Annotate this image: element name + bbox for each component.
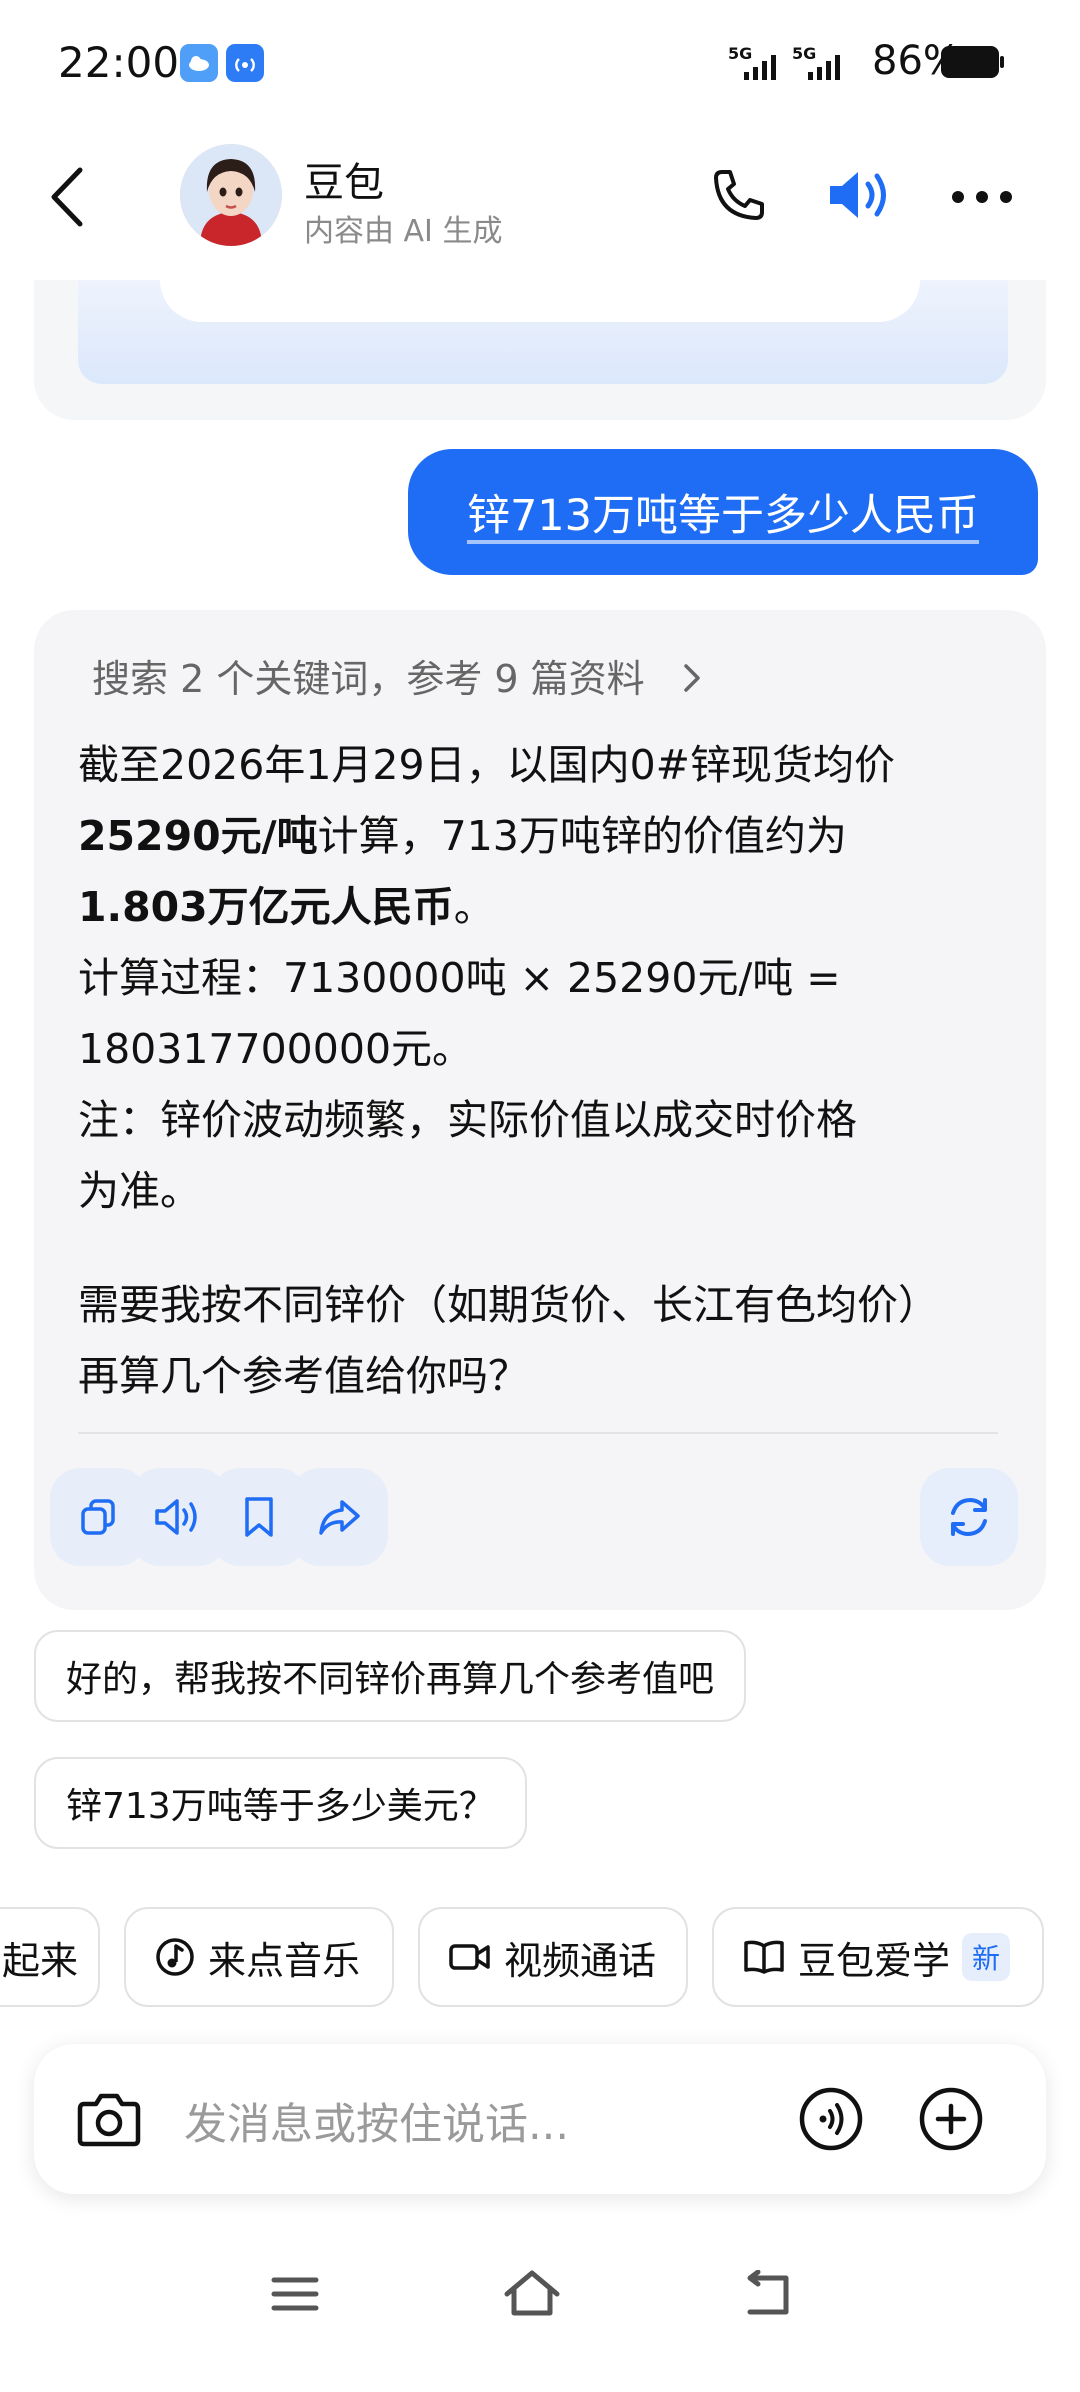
new-badge: 新 [962,1933,1011,1981]
user-message-text: 锌713万吨等于多少人民币 [466,491,980,541]
music-note-icon [156,1938,194,1976]
more-options-icon[interactable] [950,188,1014,206]
answer-line-1: 截至2026年1月29日，以国内0#锌现货均价 [78,741,896,789]
bookmark-icon [245,1497,273,1537]
phone-call-icon[interactable] [708,166,768,226]
back-arrow-icon[interactable] [44,162,90,232]
quick-chip-music[interactable]: 来点音乐 [124,1907,394,2007]
previous-card-shape [160,280,920,322]
system-nav-bar [0,2230,1080,2392]
quick-chip-partial[interactable]: 起来 [0,1907,100,2007]
voice-input-icon[interactable] [798,2086,864,2152]
quick-chip-doubao-learn[interactable]: 豆包爱学 新 [712,1907,1044,2007]
menu-icon[interactable] [270,2274,320,2314]
total-value-bold: 1.803万亿元人民币 [78,883,454,931]
message-input-bar: 发消息或按住说话... [34,2044,1046,2194]
hotspot-icon [226,44,264,82]
speaker-outline-icon [155,1499,197,1535]
add-plus-icon[interactable] [918,2086,984,2152]
suggestion-chip[interactable]: 好的，帮我按不同锌价再算几个参考值吧 [34,1630,747,1722]
chat-title: 豆包 [304,160,384,206]
status-time: 22:00 [58,38,180,87]
followup-question: 需要我按不同锌价（如期货价、长江有色均价） 再算几个参考值给你吗？ [78,1281,939,1400]
answer-line-5: 180317700000元。 [78,1025,474,1073]
quick-chip-video-call[interactable]: 视频通话 [418,1907,688,2007]
chevron-right-icon [684,664,700,692]
copy-icon [81,1499,115,1535]
search-summary-text: 搜索 2 个关键词，参考 9 篇资料 [92,657,645,701]
back-nav-icon[interactable] [742,2270,794,2318]
signal-2-icon [808,55,840,80]
speaker-icon[interactable] [826,164,896,226]
battery-icon [941,46,1004,78]
answer-body: 截至2026年1月29日，以国内0#锌现货均价 25290元/吨计算，713万吨… [78,730,1008,1227]
user-message-bubble[interactable]: 锌713万吨等于多少人民币 [408,449,1038,575]
open-book-icon [744,1940,784,1974]
weather-icon [180,44,218,82]
chat-subtitle: 内容由 AI 生成 [304,214,503,249]
video-camera-icon [449,1944,490,1970]
status-bar: 22:00 5G 5G 86% [0,0,1080,120]
share-button[interactable] [290,1468,388,1566]
refresh-icon [951,1497,987,1537]
answer-line-4: 计算过程：7130000吨 × 25290元/吨 = [78,954,841,1002]
suggestion-chip[interactable]: 锌713万吨等于多少美元？ [34,1757,527,1849]
divider [78,1432,998,1434]
answer-line-7: 为准。 [78,1167,201,1215]
answer-line-6: 注：锌价波动频繁，实际价值以成交时价格 [78,1096,857,1144]
signal-1-icon [744,55,776,80]
chat-header: 豆包 内容由 AI 生成 [0,120,1080,280]
share-icon [319,1500,360,1535]
zinc-price-bold: 25290元/吨 [78,812,318,860]
search-summary[interactable]: 搜索 2 个关键词，参考 9 篇资料 [92,648,703,703]
message-input[interactable]: 发消息或按住说话... [184,2090,569,2152]
assistant-answer-card: 搜索 2 个关键词，参考 9 篇资料 截至2026年1月29日，以国内0#锌现货… [34,610,1046,1610]
regenerate-button[interactable] [920,1468,1018,1566]
avatar[interactable] [180,144,282,246]
home-icon[interactable] [502,2268,562,2318]
camera-icon[interactable] [76,2088,142,2150]
answer-line-3: 1.803万亿元人民币。 [78,883,495,931]
answer-line-2: 25290元/吨计算，713万吨锌的价值约为 [78,812,847,860]
